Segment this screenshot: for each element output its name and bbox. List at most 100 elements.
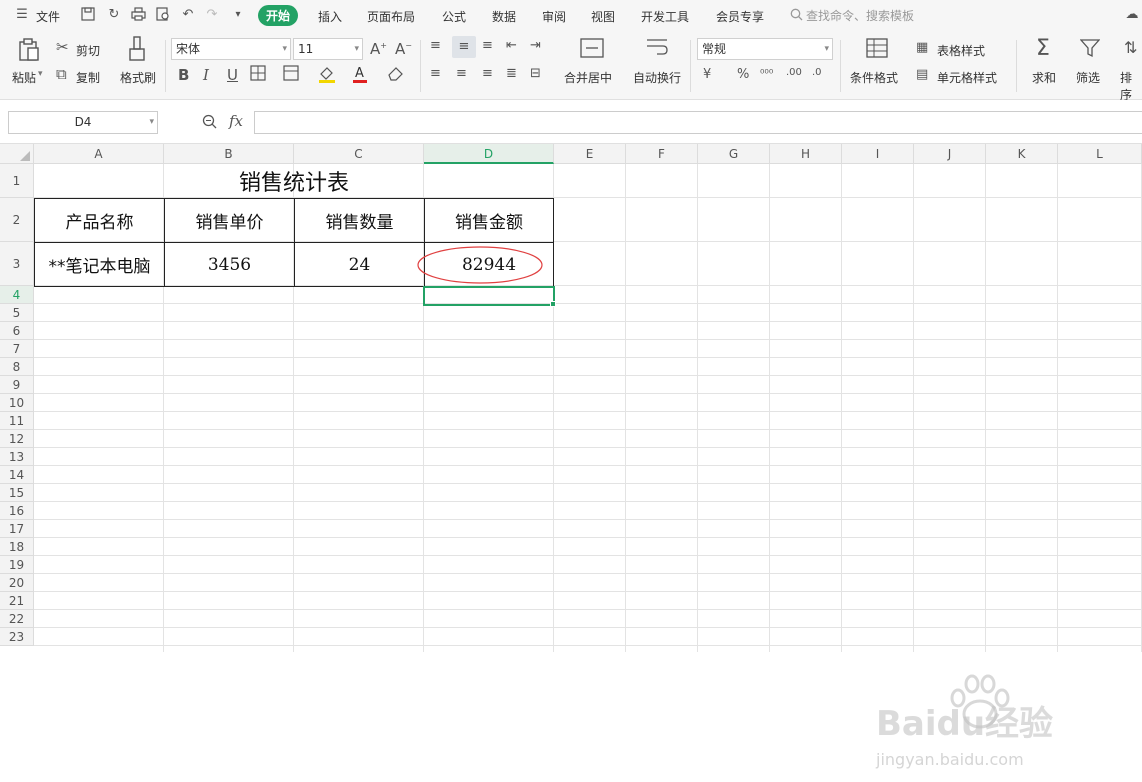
- row-header-10[interactable]: 10: [0, 394, 34, 412]
- decrease-font-icon[interactable]: A−: [395, 40, 412, 58]
- filter-icon[interactable]: [1079, 38, 1101, 62]
- formula-input[interactable]: [254, 111, 1142, 134]
- column-header-j[interactable]: J: [914, 144, 986, 164]
- header-cell-product[interactable]: 产品名称: [34, 198, 165, 243]
- align-middle-icon[interactable]: ≡: [452, 36, 476, 58]
- row-header-6[interactable]: 6: [0, 322, 34, 340]
- column-header-i[interactable]: I: [842, 144, 914, 164]
- increase-font-icon[interactable]: A+: [370, 40, 387, 58]
- header-cell-unit-price[interactable]: 销售单价: [164, 198, 295, 243]
- row-header-11[interactable]: 11: [0, 412, 34, 430]
- row-header-13[interactable]: 13: [0, 448, 34, 466]
- row-header-16[interactable]: 16: [0, 502, 34, 520]
- row-header-3[interactable]: 3: [0, 242, 34, 286]
- fill-handle[interactable]: [550, 301, 556, 307]
- row-header-12[interactable]: 12: [0, 430, 34, 448]
- name-box[interactable]: D4 ▾: [8, 111, 158, 134]
- cell-type-icon[interactable]: [283, 65, 299, 85]
- row-header-7[interactable]: 7: [0, 340, 34, 358]
- row-header-18[interactable]: 18: [0, 538, 34, 556]
- increase-decimal-icon[interactable]: .00: [786, 67, 802, 78]
- sort-button[interactable]: 排序: [1120, 69, 1142, 103]
- wrap-text-button[interactable]: 自动换行: [633, 69, 681, 86]
- customize-toolbar-icon[interactable]: ▾: [230, 7, 246, 23]
- header-cell-amount[interactable]: 销售金额: [424, 198, 554, 243]
- print-preview-icon[interactable]: [155, 7, 171, 23]
- cell-style-button[interactable]: 单元格样式: [937, 69, 997, 86]
- tab-review[interactable]: 审阅: [542, 8, 566, 25]
- data-cell-unit-price[interactable]: 3456: [164, 242, 295, 287]
- row-header-19[interactable]: 19: [0, 556, 34, 574]
- redo-icon[interactable]: ↷: [204, 7, 220, 23]
- percent-icon[interactable]: %: [737, 67, 749, 82]
- clear-format-icon[interactable]: [387, 65, 405, 85]
- thousands-separator-icon[interactable]: ⁰⁰⁰: [760, 67, 773, 80]
- fill-color-icon[interactable]: [318, 65, 336, 87]
- tab-home[interactable]: 开始: [258, 5, 299, 26]
- save-icon[interactable]: [80, 7, 96, 23]
- fx-icon[interactable]: fx: [229, 112, 243, 130]
- sort-icon[interactable]: ⇅: [1124, 38, 1137, 57]
- conditional-format-icon[interactable]: [866, 38, 888, 62]
- scissors-icon[interactable]: ✂: [56, 38, 69, 56]
- copy-icon[interactable]: ⧉: [56, 65, 67, 83]
- tab-insert[interactable]: 插入: [318, 8, 342, 25]
- row-header-5[interactable]: 5: [0, 304, 34, 322]
- decrease-decimal-icon[interactable]: .0: [812, 67, 822, 78]
- align-left-icon[interactable]: ≡: [430, 66, 441, 81]
- align-bottom-icon[interactable]: ≡: [482, 38, 493, 53]
- data-cell-product[interactable]: **笔记本电脑: [34, 242, 165, 287]
- number-format-select[interactable]: 常规 ▾: [697, 38, 833, 60]
- column-header-l[interactable]: L: [1058, 144, 1142, 164]
- file-menu[interactable]: 文件: [36, 8, 60, 25]
- format-painter-button[interactable]: 格式刷: [120, 69, 156, 86]
- merge-center-icon[interactable]: [580, 38, 604, 62]
- borders-icon[interactable]: [250, 65, 266, 85]
- header-cell-quantity[interactable]: 销售数量: [294, 198, 425, 243]
- tab-data[interactable]: 数据: [492, 8, 516, 25]
- column-header-d[interactable]: D: [424, 144, 554, 164]
- justify-icon[interactable]: ≣: [506, 66, 517, 81]
- font-name-select[interactable]: 宋体 ▾: [171, 38, 291, 60]
- data-cell-quantity[interactable]: 24: [294, 242, 425, 287]
- align-top-icon[interactable]: ≡: [430, 38, 441, 53]
- font-size-select[interactable]: 11 ▾: [293, 38, 363, 60]
- row-header-8[interactable]: 8: [0, 358, 34, 376]
- paste-button[interactable]: 粘贴: [12, 69, 36, 86]
- table-style-icon[interactable]: ▦: [916, 40, 928, 55]
- paste-dropdown-caret[interactable]: ▾: [38, 69, 43, 79]
- table-style-button[interactable]: 表格样式: [937, 42, 985, 59]
- paste-icon[interactable]: [18, 38, 40, 67]
- export-icon[interactable]: ↻: [106, 7, 122, 23]
- tab-developer[interactable]: 开发工具: [641, 8, 689, 25]
- currency-icon[interactable]: ¥: [703, 67, 711, 82]
- merge-center-button[interactable]: 合并居中: [564, 69, 612, 86]
- tab-formulas[interactable]: 公式: [442, 8, 466, 25]
- row-header-17[interactable]: 17: [0, 520, 34, 538]
- tab-page-layout[interactable]: 页面布局: [367, 8, 415, 25]
- copy-button[interactable]: 复制: [76, 69, 100, 86]
- row-header-20[interactable]: 20: [0, 574, 34, 592]
- format-painter-icon[interactable]: [128, 36, 146, 67]
- row-header-9[interactable]: 9: [0, 376, 34, 394]
- row-header-23[interactable]: 23: [0, 628, 34, 646]
- row-header-21[interactable]: 21: [0, 592, 34, 610]
- active-cell-selection[interactable]: [423, 286, 555, 306]
- increase-indent-icon[interactable]: ⇥: [530, 38, 541, 53]
- conditional-format-button[interactable]: 条件格式: [850, 69, 898, 86]
- print-icon[interactable]: [130, 7, 146, 23]
- undo-icon[interactable]: ↶: [180, 7, 196, 23]
- italic-icon[interactable]: I: [203, 66, 209, 84]
- column-header-g[interactable]: G: [698, 144, 770, 164]
- row-header-22[interactable]: 22: [0, 610, 34, 628]
- align-center-icon[interactable]: ≡: [456, 66, 467, 81]
- tab-view[interactable]: 视图: [591, 8, 615, 25]
- bold-icon[interactable]: B: [178, 66, 189, 84]
- column-header-k[interactable]: K: [986, 144, 1058, 164]
- column-header-b[interactable]: B: [164, 144, 294, 164]
- column-header-h[interactable]: H: [770, 144, 842, 164]
- distribute-icon[interactable]: ⊟: [530, 66, 541, 81]
- tab-member[interactable]: 会员专享: [716, 8, 764, 25]
- column-header-e[interactable]: E: [554, 144, 626, 164]
- sum-icon[interactable]: Σ: [1036, 36, 1050, 61]
